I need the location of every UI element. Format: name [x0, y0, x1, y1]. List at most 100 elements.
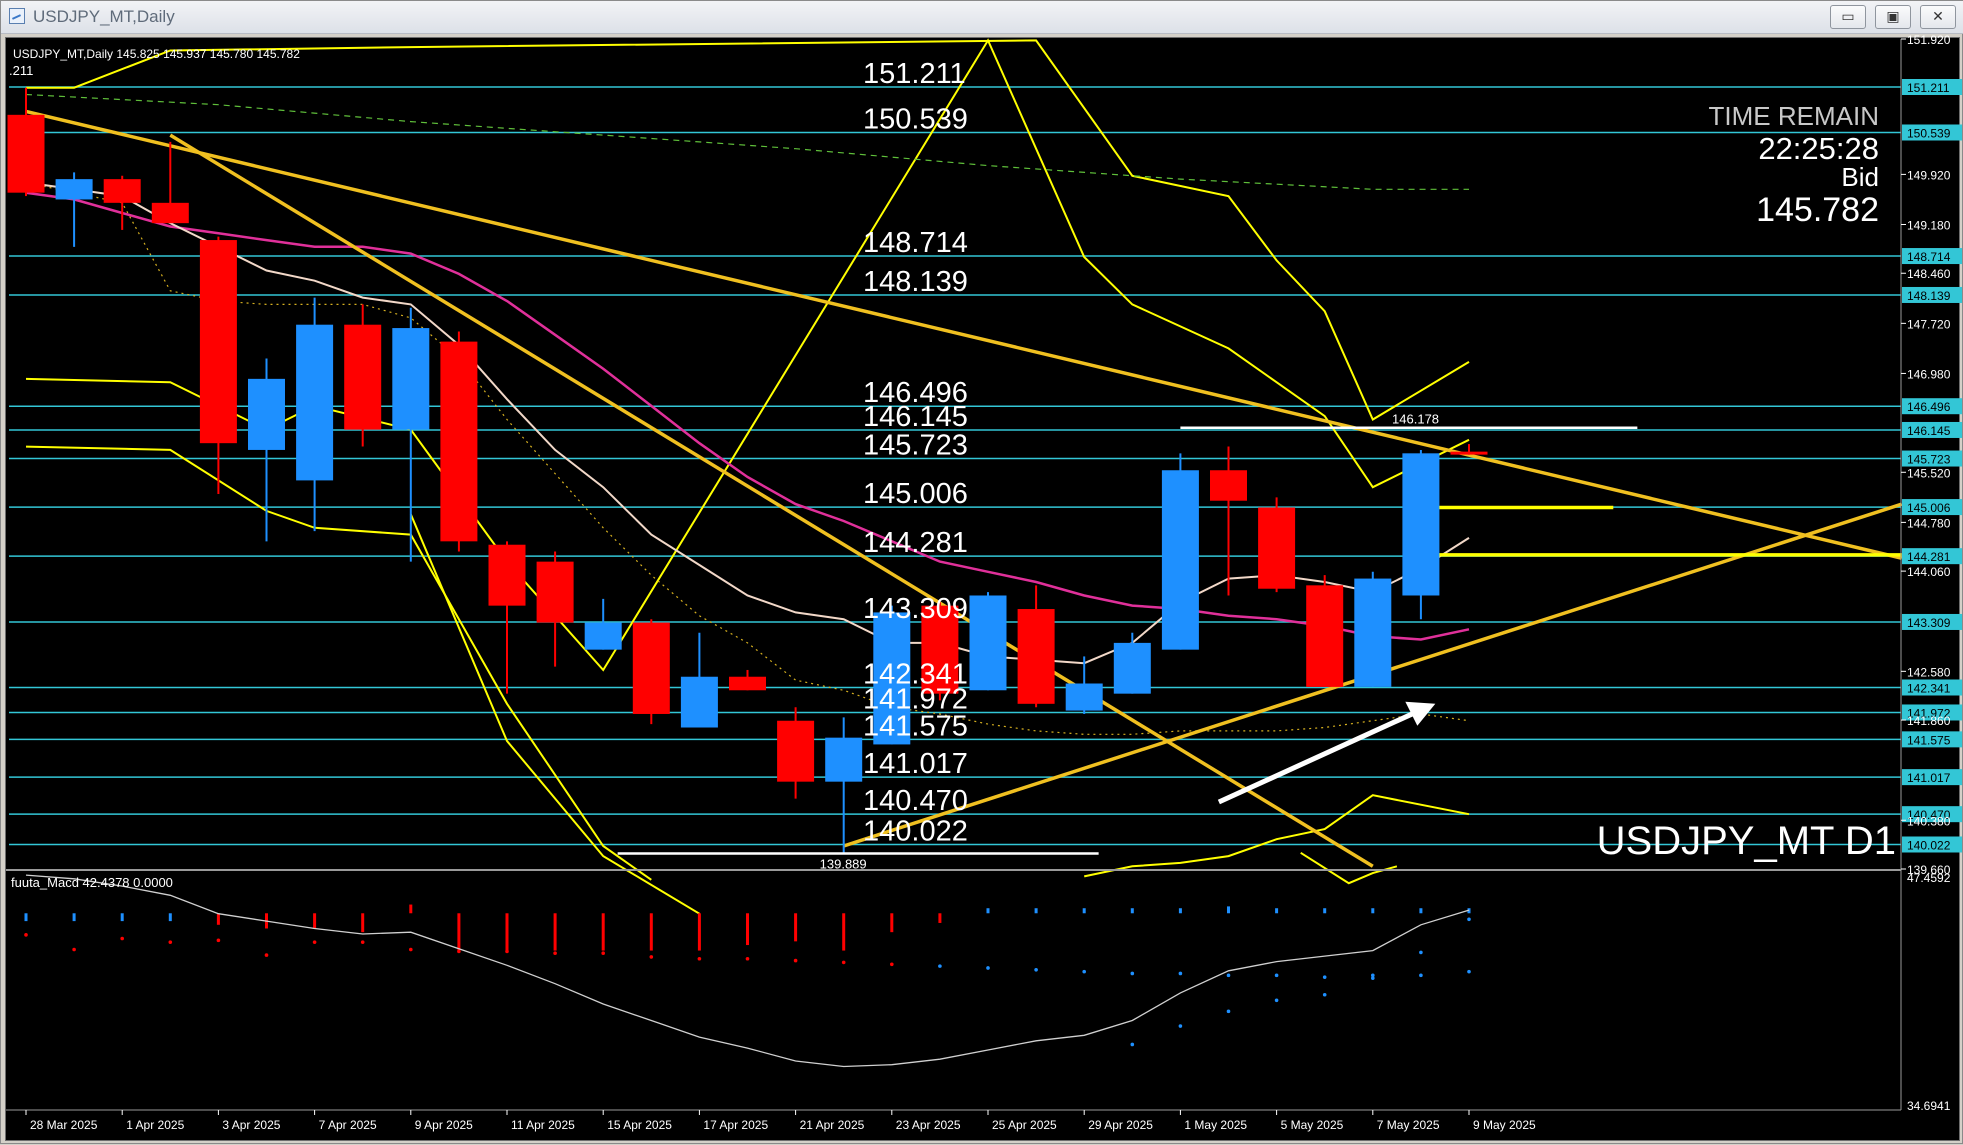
macd-lower-dot [1467, 917, 1471, 922]
macd-signal-dot [264, 953, 269, 957]
price-tag-label: 142.341 [1907, 681, 1951, 695]
macd-signal-dot [457, 949, 461, 954]
candle [536, 551, 574, 667]
price-tag-label: 141.575 [1907, 733, 1951, 747]
candle-body [1450, 451, 1488, 455]
macd-signal-dot [745, 956, 750, 961]
candle [825, 717, 863, 854]
macd-lower-dot [1178, 1024, 1183, 1028]
date-label: 15 Apr 2025 [607, 1118, 672, 1132]
price-tag: 142.341 [1902, 679, 1962, 696]
candle [1210, 446, 1247, 596]
price-tag: 146.145 [1902, 421, 1962, 438]
candle [1258, 497, 1296, 593]
candle [1017, 585, 1055, 708]
date-label: 29 Apr 2025 [1088, 1118, 1153, 1132]
candle-body [1065, 683, 1103, 711]
level-label: 141.575 [863, 710, 968, 742]
bid-value: 145.782 [1756, 191, 1879, 229]
price-tag-label: 140.022 [1907, 838, 1951, 852]
macd-signal-dot [1226, 973, 1231, 978]
candle-body [151, 202, 189, 224]
price-tick-label: 151.920 [1907, 33, 1951, 47]
candle [584, 598, 622, 650]
macd-signal-dot [72, 947, 76, 952]
macd-signal-dot [409, 947, 413, 952]
candle [1306, 575, 1344, 687]
candle-body [729, 676, 766, 691]
chart-header-info: USDJPY_MT,Daily 145.825 145.937 145.780 … [13, 47, 300, 61]
symbol-watermark: USDJPY_MT D1 [1597, 819, 1896, 863]
candle-body [296, 324, 334, 481]
candle-body [103, 179, 141, 203]
macd-signal-dot [649, 955, 654, 959]
candle [969, 592, 1007, 691]
date-label: 21 Apr 2025 [800, 1118, 865, 1132]
price-tag: 141.575 [1902, 731, 1962, 748]
price-tick-label: 148.460 [1907, 267, 1951, 281]
macd-signal-dot [216, 938, 221, 943]
candle-body [680, 676, 718, 728]
candle [440, 331, 478, 552]
macd-signal-dot [1178, 971, 1183, 976]
price-tick-label: 145.520 [1907, 466, 1951, 480]
candle [296, 297, 334, 532]
price-tick-label: 146.980 [1907, 367, 1951, 381]
macd-signal-dot [697, 956, 702, 961]
price-tag-label: 146.145 [1907, 424, 1951, 438]
level-label: 145.723 [863, 430, 968, 462]
level-label: 140.470 [863, 785, 968, 817]
ma-green-dashed [25, 93, 1469, 190]
price-tag: 148.139 [1902, 286, 1962, 303]
candle [1402, 449, 1440, 620]
macd-signal-dot [312, 940, 317, 944]
macd-lower-dot [1130, 1042, 1135, 1047]
price-tag: 145.006 [1902, 499, 1962, 516]
candle-body [1161, 470, 1199, 650]
bid-label: Bid [1841, 162, 1879, 192]
price-tag: 144.281 [1902, 548, 1962, 565]
time-remain-label: TIME REMAIN [1709, 101, 1879, 131]
level-label: 151.211 [863, 58, 966, 90]
price-chart[interactable]: 151.211 150.539 148.714 148.139 146.496 146.1… [1, 1, 1963, 1145]
candle-body [1258, 507, 1296, 589]
date-label: 1 May 2025 [1184, 1118, 1247, 1132]
macd-signal-dot [1467, 969, 1471, 974]
price-tag-label: 144.281 [1907, 550, 1951, 564]
price-tag-label: 146.496 [1907, 400, 1951, 414]
date-label: 17 Apr 2025 [703, 1118, 768, 1132]
macd-signal-dot [360, 940, 365, 944]
band-outer-upper [26, 39, 1470, 421]
price-tick-label: 147.720 [1907, 317, 1951, 331]
macd-signal-dot [1274, 973, 1279, 978]
candle [1113, 632, 1151, 694]
candle [632, 619, 670, 725]
date-label: 11 Apr 2025 [511, 1118, 575, 1132]
macd-signal-dot [793, 958, 798, 963]
price-tag-label: 150.539 [1907, 126, 1951, 140]
level-label: 141.017 [863, 748, 968, 780]
price-tag-label: 148.139 [1907, 289, 1951, 303]
date-label: 7 May 2025 [1377, 1118, 1440, 1132]
candle-body [392, 328, 430, 430]
macd-signal-dot [1322, 975, 1327, 979]
chart-window: USDJPY_MT,Daily ▭ ▣ ✕ 151.211 150.539 148.… [0, 0, 1963, 1144]
date-label: 9 May 2025 [1473, 1118, 1536, 1132]
macd-signal-dot [24, 933, 28, 937]
price-tick-label: 144.780 [1907, 516, 1951, 530]
candle-body [632, 622, 670, 714]
candle-body [440, 341, 478, 542]
level-label: 145.006 [863, 478, 968, 510]
price-tag: 151.211 [1902, 78, 1962, 95]
candle-body [344, 324, 382, 430]
candle-body [1306, 585, 1344, 687]
macd-label: fuuta_Macd 42.4378 0.0000 [11, 875, 173, 890]
price-tick-label: 149.180 [1907, 218, 1951, 232]
macd-signal-dot [1419, 973, 1423, 978]
candle-body [1113, 642, 1151, 694]
macd-signal-dot [168, 940, 173, 944]
candle-body [488, 544, 526, 606]
level-label: 150.539 [863, 103, 968, 135]
candle-body [55, 179, 93, 200]
level-label: 143.309 [863, 593, 968, 625]
